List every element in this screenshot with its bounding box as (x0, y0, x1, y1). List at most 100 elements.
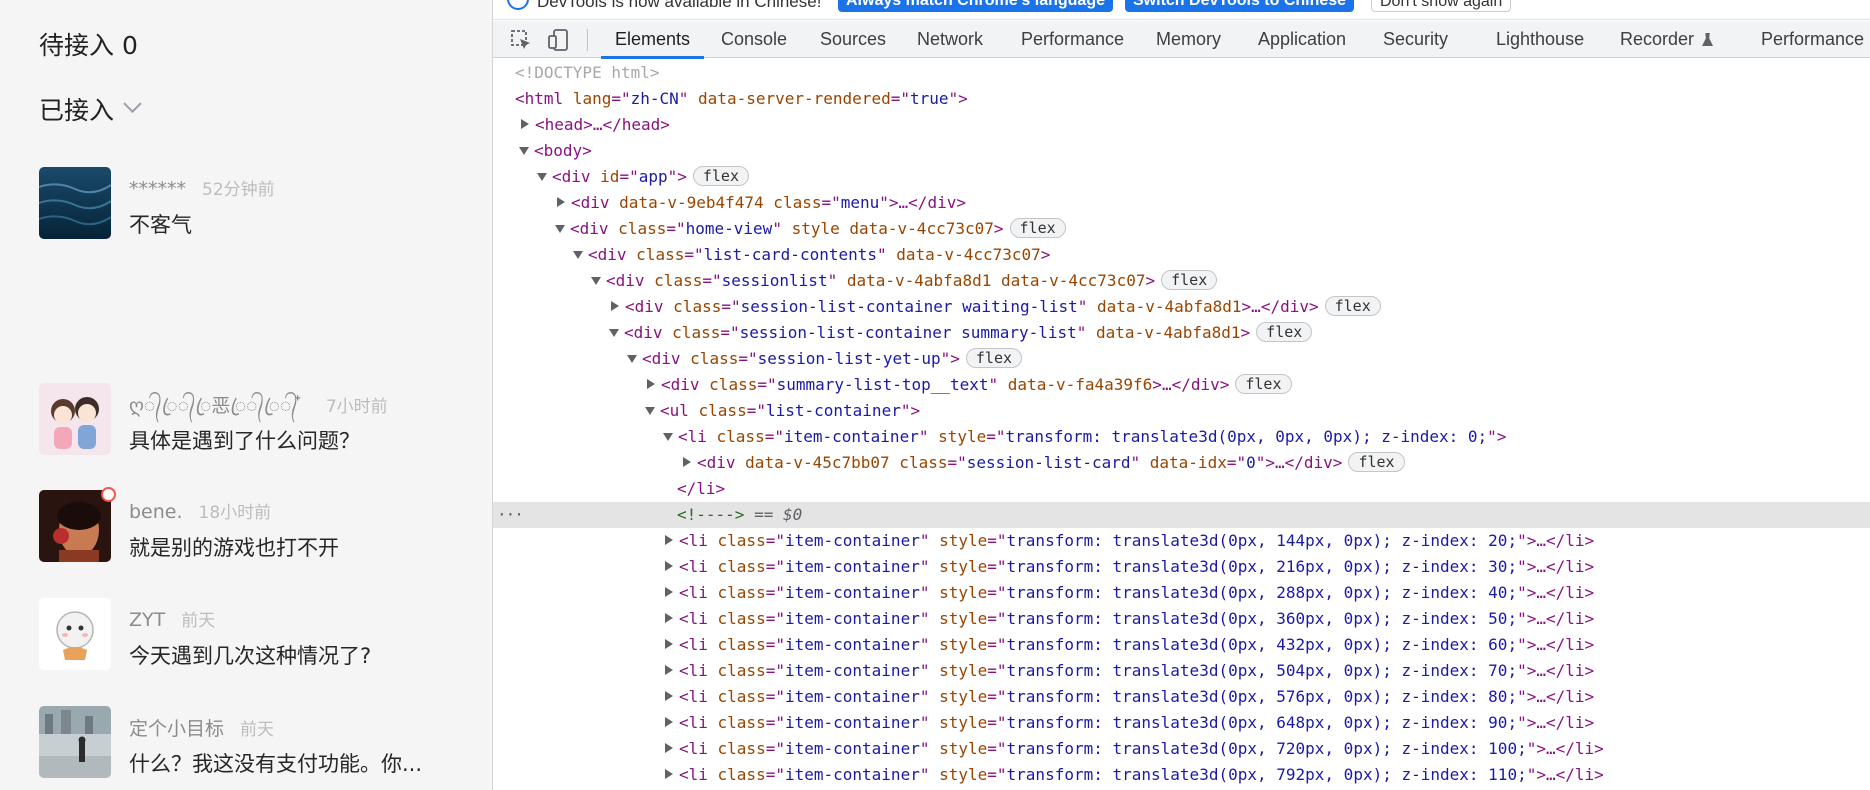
dom-node-sessionlist[interactable]: <div class="sessionlist" data-v-4abfa8d1… (493, 268, 1870, 294)
accepted-title-text: 已接入 (39, 96, 115, 125)
dom-node-item-container[interactable]: <li class="item-container" style="transf… (493, 658, 1870, 684)
chat-list-item[interactable]: ღ᭄ꦿ᭄ꦿ恶ꦿ᭄ꦿ᭄ ໋ 7小时前 具体是遇到了什么问题？ (39, 383, 479, 455)
chat-last-message: 具体是遇到了什么问题？ (129, 429, 360, 453)
dom-node-doctype[interactable]: <!DOCTYPE html> (493, 60, 1870, 86)
dom-node-item-container[interactable]: <li class="item-container" style="transf… (493, 554, 1870, 580)
dom-node-item-container[interactable]: <li class="item-container" style="transf… (493, 632, 1870, 658)
collapsed-triangle-icon[interactable] (665, 561, 673, 571)
waiting-title-text: 待接入 0 (39, 31, 138, 60)
collapsed-triangle-icon[interactable] (665, 743, 673, 753)
dom-node-summary-list[interactable]: <div class="session-list-container summa… (493, 320, 1870, 346)
flex-badge[interactable]: flex (1324, 296, 1381, 316)
chat-last-message: 不客气 (129, 213, 192, 237)
portrait-avatar (39, 490, 111, 562)
dom-node-item-container[interactable]: <li class="item-container" style="transf… (493, 606, 1870, 632)
tab-sources[interactable]: Sources (820, 21, 886, 58)
expanded-triangle-icon[interactable] (609, 329, 619, 337)
dom-node-item-container[interactable]: <li class="item-container" style="transf… (493, 580, 1870, 606)
dom-node-list-card-contents[interactable]: <div class="list-card-contents" data-v-4… (493, 242, 1870, 268)
dom-node-session-list-card[interactable]: <div data-v-45c7bb07 class="session-list… (493, 450, 1870, 476)
couple-avatar (39, 383, 111, 455)
dom-node-app[interactable]: <div id="app"> flex (493, 164, 1870, 190)
dom-node-item-container[interactable]: <li class="item-container" style="transf… (493, 710, 1870, 736)
expanded-triangle-icon[interactable] (537, 173, 547, 181)
flex-badge[interactable]: flex (965, 348, 1023, 368)
device-toolbar-icon[interactable] (547, 28, 571, 52)
tab-console[interactable]: Console (721, 21, 787, 58)
tab-application[interactable]: Application (1258, 21, 1346, 58)
tab-recorder[interactable]: Recorder (1620, 21, 1714, 58)
switch-chinese-button[interactable]: Switch DevTools to Chinese (1125, 0, 1355, 12)
dom-node-li-close[interactable]: </li> (493, 476, 1870, 502)
dom-node-item-container[interactable]: <li class="item-container" style="transf… (493, 684, 1870, 710)
language-infobar: DevTools is now available in Chinese! Al… (493, 0, 1870, 20)
dom-node-list-container[interactable]: <ul class="list-container"> (493, 398, 1870, 424)
expanded-triangle-icon[interactable] (627, 355, 637, 363)
waiting-section-title[interactable]: 待接入 0 (39, 26, 138, 62)
tab-lighthouse[interactable]: Lighthouse (1496, 21, 1584, 58)
collapsed-triangle-icon[interactable] (557, 197, 565, 207)
dom-node-html[interactable]: <html lang="zh-CN" data-server-rendered=… (493, 86, 1870, 112)
chat-list-item[interactable]: 定个小目标 前天 什么？我这没有支付功能。你... (39, 706, 479, 778)
inspect-element-icon[interactable] (509, 28, 533, 52)
flex-badge[interactable]: flex (692, 166, 749, 186)
tab-elements[interactable]: Elements (600, 21, 705, 59)
accepted-section-title[interactable]: 已接入 (39, 91, 142, 127)
expanded-triangle-icon[interactable] (663, 433, 673, 441)
chat-last-message: 今天遇到几次这种情况了? (129, 644, 372, 668)
tab-performance[interactable]: Performance (1021, 21, 1124, 58)
dom-node-summary-top-text[interactable]: <div class="summary-list-top__text" data… (493, 372, 1870, 398)
session-panel: 待接入 0 已接入 ****** 52分钟前 不客气 ღ᭄ꦿ᭄ꦿ恶ꦿ᭄ꦿ᭄ ໋ 7… (0, 0, 492, 790)
devtools-tabbar: Elements Console Sources Network Perform… (493, 21, 1870, 59)
chat-time: 52分钟前 (202, 180, 275, 200)
unread-badge (101, 487, 116, 502)
expanded-triangle-icon[interactable] (519, 147, 529, 155)
street-avatar (39, 706, 111, 778)
collapsed-triangle-icon[interactable] (665, 639, 673, 649)
dom-node-item-container[interactable]: <li class="item-container" style="transf… (493, 736, 1870, 762)
collapsed-triangle-icon[interactable] (665, 613, 673, 623)
more-actions-icon[interactable]: ··· (497, 502, 524, 528)
chat-list-item[interactable]: ZYT 前天 今天遇到几次这种情况了? (39, 598, 479, 670)
tab-security[interactable]: Security (1383, 21, 1448, 58)
collapsed-triangle-icon[interactable] (665, 717, 673, 727)
expanded-triangle-icon[interactable] (645, 407, 655, 415)
collapsed-triangle-icon[interactable] (665, 665, 673, 675)
flex-badge[interactable]: flex (1009, 218, 1066, 238)
dont-show-again-button[interactable]: Don't show again (1371, 0, 1512, 12)
dom-node-item-container[interactable]: <li class="item-container" style="transf… (493, 424, 1870, 450)
dom-node-menu[interactable]: <div data-v-9eb4f474 class="menu">…</div… (493, 190, 1870, 216)
dom-node-item-container[interactable]: <li class="item-container" style="transf… (493, 528, 1870, 554)
collapsed-triangle-icon[interactable] (665, 587, 673, 597)
tab-memory[interactable]: Memory (1156, 21, 1221, 58)
dom-node-head[interactable]: <head>…</head> (493, 112, 1870, 138)
dom-node-session-list-yet-up[interactable]: <div class="session-list-yet-up"> flex (493, 346, 1870, 372)
dom-node-home-view[interactable]: <div class="home-view" style data-v-4cc7… (493, 216, 1870, 242)
collapsed-triangle-icon[interactable] (647, 379, 655, 389)
collapsed-triangle-icon[interactable] (521, 119, 529, 129)
match-language-button[interactable]: Always match Chrome's language (838, 0, 1113, 12)
collapsed-triangle-icon[interactable] (665, 535, 673, 545)
dom-node-waiting-list[interactable]: <div class="session-list-container waiti… (493, 294, 1870, 320)
dom-node-selected-comment[interactable]: ··· <!----> == $0 (493, 502, 1870, 528)
tab-network[interactable]: Network (917, 21, 983, 58)
flex-badge[interactable]: flex (1161, 270, 1218, 290)
chat-time: 前天 (181, 611, 216, 631)
flex-badge[interactable]: flex (1235, 374, 1292, 394)
tab-performance-insights[interactable]: Performance in (1761, 21, 1870, 58)
flex-badge[interactable]: flex (1348, 452, 1405, 472)
collapsed-triangle-icon[interactable] (665, 769, 673, 779)
dom-node-item-container[interactable]: <li class="item-container" style="transf… (493, 762, 1870, 788)
collapsed-triangle-icon[interactable] (665, 691, 673, 701)
collapsed-triangle-icon[interactable] (611, 301, 619, 311)
expanded-triangle-icon[interactable] (555, 225, 565, 233)
chat-list-item[interactable]: bene. 18小时前 就是别的游戏也打不开 (39, 487, 479, 562)
chat-list-item[interactable]: ****** 52分钟前 不客气 (39, 167, 479, 239)
expanded-triangle-icon[interactable] (591, 277, 601, 285)
dom-node-body[interactable]: <body> (493, 138, 1870, 164)
chat-time: 前天 (240, 720, 275, 740)
collapsed-triangle-icon[interactable] (683, 457, 691, 467)
chevron-down-icon[interactable] (123, 94, 142, 113)
flex-badge[interactable]: flex (1256, 322, 1313, 342)
expanded-triangle-icon[interactable] (573, 251, 583, 259)
